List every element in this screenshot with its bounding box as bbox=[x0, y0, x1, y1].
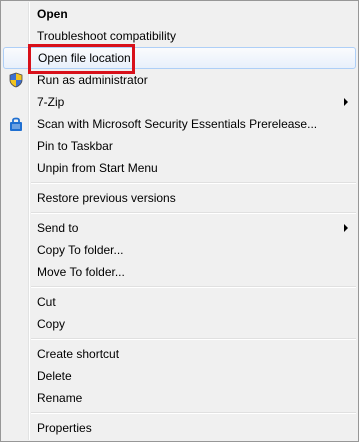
menu-item-move-to-folder[interactable]: Move To folder... bbox=[3, 261, 356, 283]
chevron-right-icon bbox=[344, 98, 348, 106]
menu-item-rename-label: Rename bbox=[37, 391, 83, 405]
menu-item-scan-label: Scan with Microsoft Security Essentials … bbox=[37, 117, 318, 131]
menu-item-copy-to-folder[interactable]: Copy To folder... bbox=[3, 239, 356, 261]
menu-item-restore-previous-versions[interactable]: Restore previous versions bbox=[3, 187, 356, 209]
menu-item-rename[interactable]: Rename bbox=[3, 387, 356, 409]
menu-separator bbox=[31, 212, 356, 214]
menu-item-unpin-label: Unpin from Start Menu bbox=[37, 161, 158, 175]
menu-item-7zip-label: 7-Zip bbox=[37, 95, 65, 109]
menu-item-pin-to-taskbar-label: Pin to Taskbar bbox=[37, 139, 113, 153]
menu-item-create-shortcut[interactable]: Create shortcut bbox=[3, 343, 356, 365]
chevron-right-icon bbox=[344, 224, 348, 232]
menu-separator bbox=[31, 412, 356, 414]
security-essentials-icon bbox=[10, 117, 22, 131]
menu-item-move-to-folder-label: Move To folder... bbox=[37, 265, 125, 279]
menu-separator bbox=[31, 182, 356, 184]
menu-item-scan-security-essentials[interactable]: Scan with Microsoft Security Essentials … bbox=[3, 113, 356, 135]
menu-item-cut[interactable]: Cut bbox=[3, 291, 356, 313]
menu-item-copy-to-folder-label: Copy To folder... bbox=[37, 243, 124, 257]
menu-separator bbox=[31, 338, 356, 340]
menu-item-send-to[interactable]: Send to bbox=[3, 217, 356, 239]
menu-item-restore-label: Restore previous versions bbox=[37, 191, 176, 205]
menu-item-7zip[interactable]: 7-Zip bbox=[3, 91, 356, 113]
menu-item-properties[interactable]: Properties bbox=[3, 417, 356, 439]
menu-item-pin-to-taskbar[interactable]: Pin to Taskbar bbox=[3, 135, 356, 157]
menu-item-delete-label: Delete bbox=[37, 369, 72, 383]
menu-item-copy[interactable]: Copy bbox=[3, 313, 356, 335]
menu-item-open-label: Open bbox=[37, 7, 68, 21]
menu-item-send-to-label: Send to bbox=[37, 221, 79, 235]
menu-item-create-shortcut-label: Create shortcut bbox=[37, 347, 120, 361]
menu-separator bbox=[31, 286, 356, 288]
highlight-annotation-box bbox=[28, 44, 135, 74]
menu-item-cut-label: Cut bbox=[37, 295, 56, 309]
menu-item-properties-label: Properties bbox=[37, 421, 92, 435]
uac-shield-icon bbox=[9, 72, 23, 88]
menu-item-unpin-from-start-menu[interactable]: Unpin from Start Menu bbox=[3, 157, 356, 179]
menu-item-copy-label: Copy bbox=[37, 317, 66, 331]
menu-item-delete[interactable]: Delete bbox=[3, 365, 356, 387]
menu-item-open[interactable]: Open bbox=[3, 3, 356, 25]
